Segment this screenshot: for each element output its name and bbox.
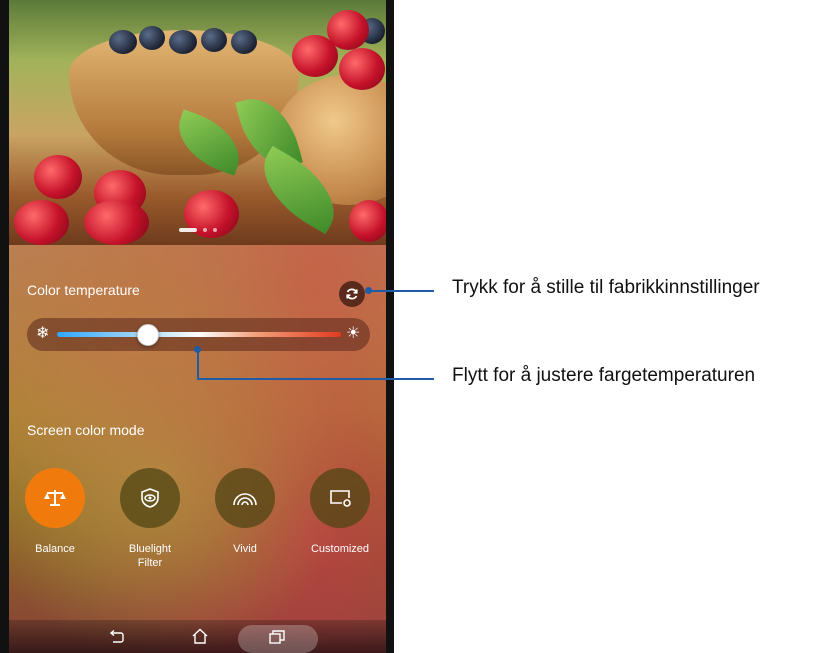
blueberry [109, 30, 137, 54]
blueberry [169, 30, 197, 54]
reset-callout-line [369, 290, 434, 292]
slider-callout-line-vertical [197, 349, 199, 379]
page-dot [212, 228, 217, 232]
screen-settings-icon [330, 490, 351, 507]
blueberry [201, 28, 227, 52]
page-dot [202, 228, 207, 232]
wallpaper-photo [9, 0, 386, 245]
mode-customized[interactable]: Customized [300, 468, 380, 556]
back-icon[interactable] [108, 630, 124, 644]
screen: Color temperature ❄ ☀ Screen color mode [9, 0, 386, 653]
mode-label: Balance [35, 543, 75, 555]
raspberry [327, 10, 369, 50]
mode-balance[interactable]: Balance [15, 468, 95, 556]
raspberry [339, 48, 385, 90]
slider-callout-text: Flytt for å justere fargetemperaturen [452, 365, 756, 386]
blueberry [231, 30, 257, 54]
blueberry [139, 26, 165, 50]
refresh-icon [346, 288, 358, 300]
mode-label: Customized [310, 543, 370, 555]
slider-thumb[interactable] [137, 324, 159, 346]
raspberry [14, 200, 69, 245]
sun-icon: ☀ [346, 325, 361, 342]
mode-bluelight-filter[interactable]: Bluelight Filter [110, 468, 190, 570]
snowflake-icon: ❄ [36, 325, 50, 342]
mode-vivid[interactable]: Vivid [205, 468, 285, 556]
raspberry [34, 155, 82, 199]
raspberry [349, 200, 386, 242]
balance-scale-icon [44, 490, 66, 506]
mode-bluelight-circle [120, 468, 180, 528]
page-dot-active [178, 228, 197, 232]
mode-label: Bluelight Filter [128, 543, 172, 569]
rainbow-arcs-icon [233, 493, 257, 506]
mode-balance-circle [25, 468, 85, 528]
mode-label: Vivid [233, 543, 257, 555]
page-indicator [9, 226, 386, 234]
screen-color-mode-label: Screen color mode [27, 422, 145, 438]
settings-panel [9, 245, 386, 653]
color-temperature-label: Color temperature [27, 282, 140, 298]
eye-shield-icon [141, 488, 159, 508]
reset-callout-text: Trykk for å stille til fabrikkinnstillin… [452, 277, 760, 298]
raspberry [84, 200, 149, 245]
mode-customized-circle [310, 468, 370, 528]
slider-track[interactable] [57, 332, 341, 337]
mode-vivid-circle [215, 468, 275, 528]
reset-button[interactable] [339, 281, 365, 307]
phone-frame: Color temperature ❄ ☀ Screen color mode [0, 0, 394, 653]
recent-apps-icon[interactable] [269, 630, 285, 644]
slider-callout-line-horizontal [197, 378, 434, 380]
home-icon[interactable] [191, 628, 209, 644]
